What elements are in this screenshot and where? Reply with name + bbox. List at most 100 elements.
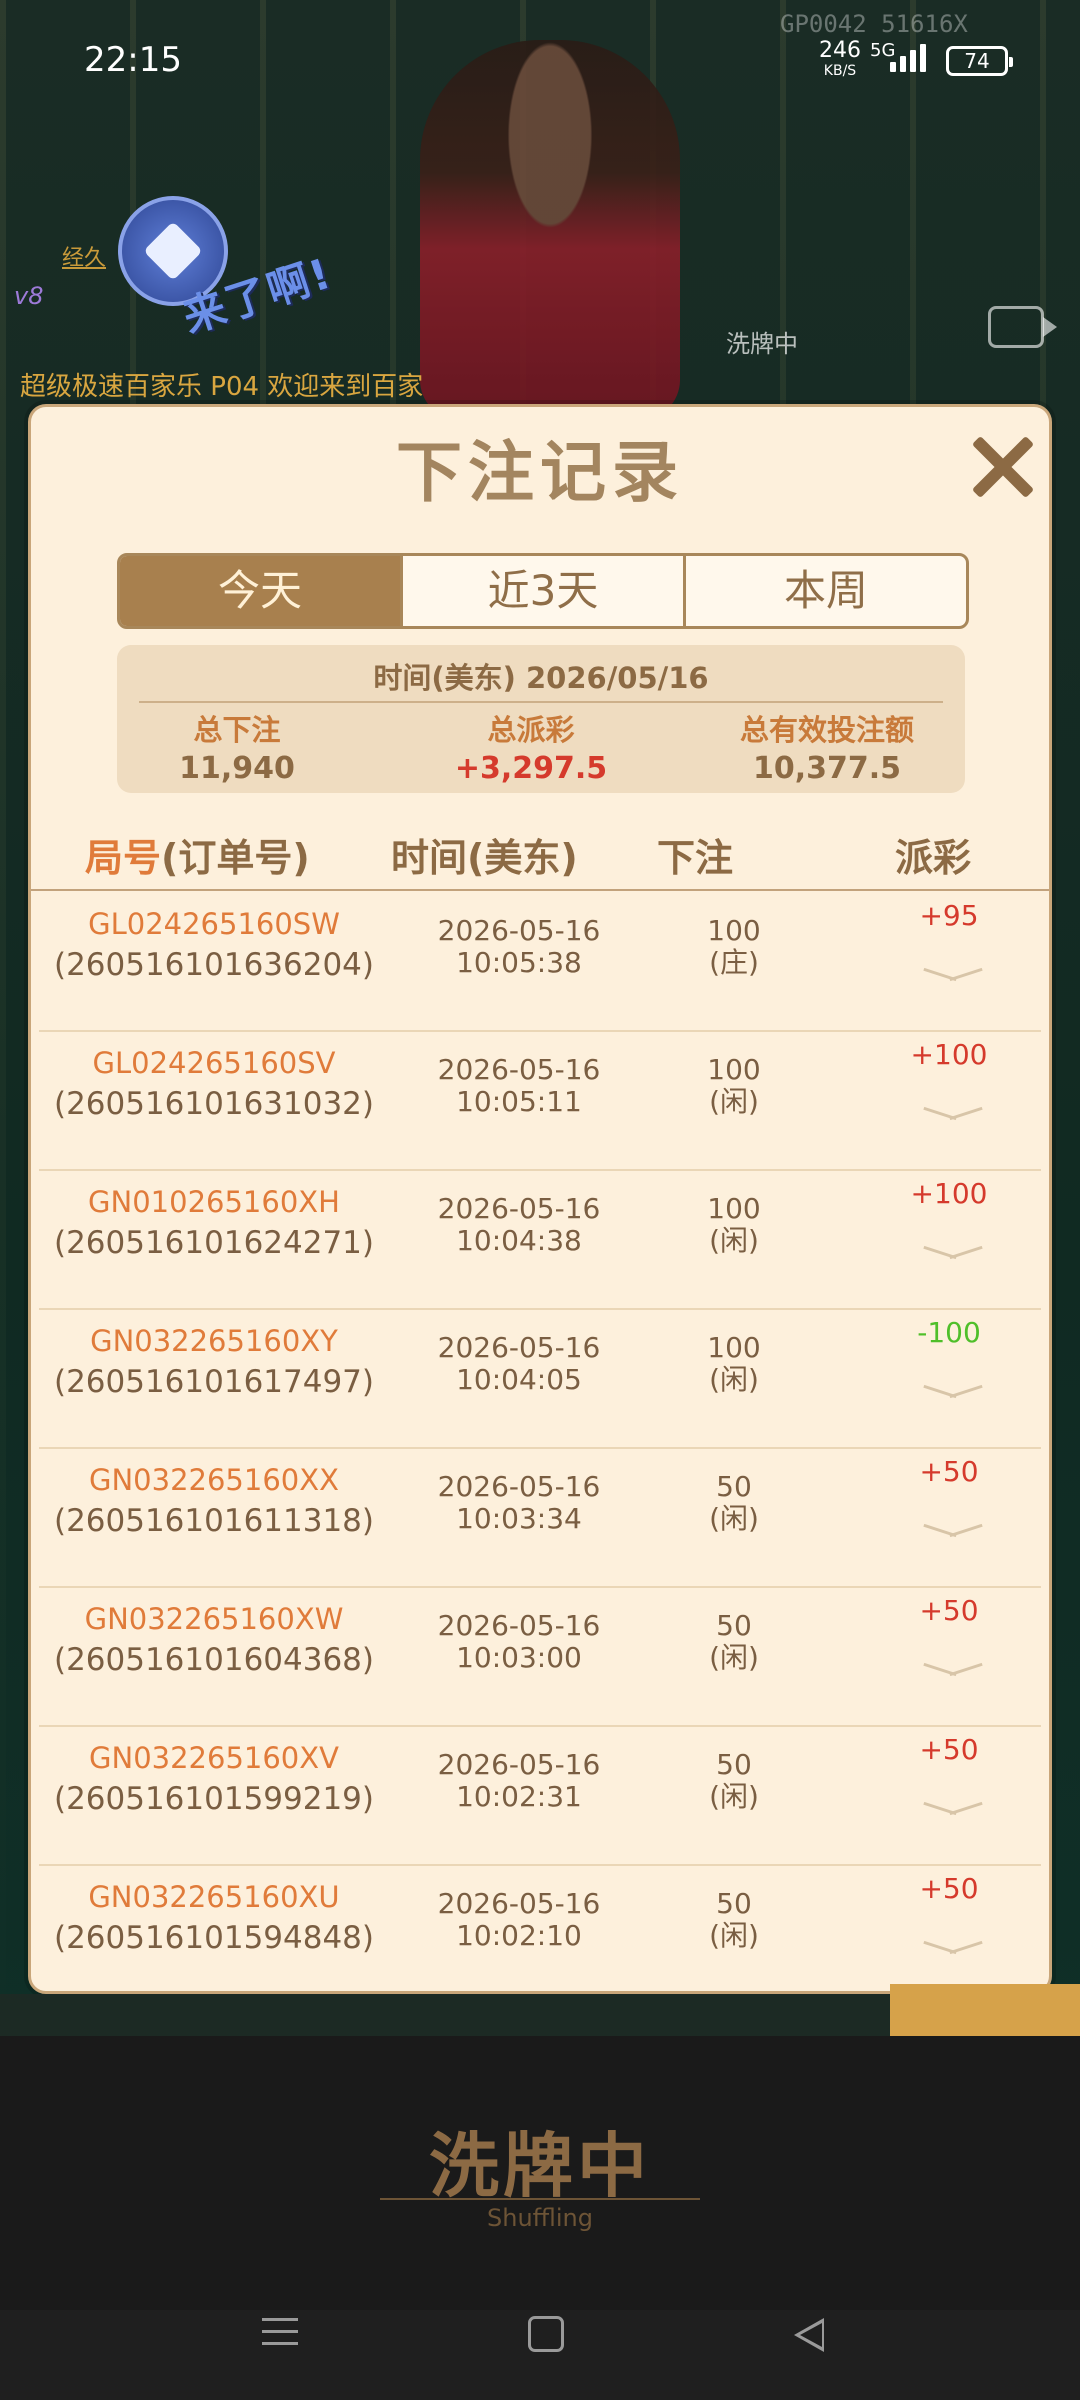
record-id-cell: GN032265160XY (260516101617497) bbox=[39, 1324, 389, 1400]
shuffle-title: 洗牌中 bbox=[429, 2125, 651, 2207]
record-date: 2026-05-16 bbox=[437, 914, 601, 947]
order-id: (260516101611318) bbox=[53, 1503, 375, 1539]
tab-last-3-days[interactable]: 近3天 bbox=[403, 556, 686, 626]
chevron-down-icon[interactable] bbox=[923, 1243, 983, 1267]
video-camera-icon[interactable] bbox=[988, 306, 1057, 348]
order-id: (260516101604368) bbox=[53, 1642, 375, 1678]
total-bet-label: 总下注 bbox=[193, 713, 281, 747]
record-id-cell: GN032265160XV (260516101599219) bbox=[39, 1741, 389, 1817]
tab-today[interactable]: 今天 bbox=[120, 556, 403, 626]
chevron-down-icon[interactable] bbox=[923, 1799, 983, 1823]
record-time: 10:03:00 bbox=[456, 1641, 582, 1674]
total-valid-value: 10,377.5 bbox=[752, 751, 902, 786]
shuffling-status-label: 洗牌中 bbox=[726, 330, 798, 358]
network-speed-unit: KB/S bbox=[823, 63, 857, 79]
bet-record-row[interactable]: GN032265160XW (260516101604368) 2026-05-16… bbox=[39, 1588, 1041, 1727]
date-range-tabs: 今天 近3天 本周 bbox=[117, 553, 969, 629]
record-bet-amount: 50 bbox=[716, 1609, 752, 1642]
close-icon[interactable] bbox=[963, 427, 1043, 507]
record-bet-cell: 100 (闲) bbox=[649, 1054, 819, 1118]
order-id: (260516101636204) bbox=[53, 947, 375, 983]
chevron-down-icon[interactable] bbox=[923, 1104, 983, 1128]
shuffle-subtitle: Shuffling bbox=[487, 2204, 593, 2232]
record-bet-side: (闲) bbox=[709, 1224, 759, 1257]
order-id: (260516101624271) bbox=[53, 1225, 375, 1261]
record-time: 10:05:11 bbox=[456, 1085, 582, 1118]
record-time: 10:03:34 bbox=[456, 1502, 582, 1535]
record-time-cell: 2026-05-16 10:05:11 bbox=[389, 1054, 649, 1118]
bet-record-list: GL024265160SW (260516101636204) 2026-05-16… bbox=[39, 893, 1041, 1991]
table-header: 局号(订单号) 时间(美东) 下注 派彩 bbox=[31, 827, 1049, 891]
bottom-action-button[interactable] bbox=[890, 1984, 1080, 2044]
marquee-text: 超级极速百家乐 P04 欢迎来到百家 bbox=[20, 372, 424, 402]
record-time: 10:04:38 bbox=[456, 1224, 582, 1257]
bet-record-row[interactable]: GN032265160XU (260516101594848) 2026-05-16… bbox=[39, 1866, 1041, 1991]
game-id: GN032265160XW bbox=[84, 1602, 344, 1636]
column-header-time: 时间(美东) bbox=[391, 836, 578, 880]
total-payout-label: 总派彩 bbox=[487, 713, 575, 747]
home-icon[interactable] bbox=[528, 2316, 564, 2352]
record-time-cell: 2026-05-16 10:04:38 bbox=[389, 1193, 649, 1257]
record-date: 2026-05-16 bbox=[437, 1331, 601, 1364]
record-bet-amount: 100 bbox=[707, 1053, 761, 1086]
record-payout: +50 bbox=[919, 1733, 979, 1766]
record-bet-side: (闲) bbox=[709, 1641, 759, 1674]
network-speed: 246 KB/S bbox=[818, 40, 862, 79]
menu-icon[interactable] bbox=[262, 2314, 298, 2350]
record-bet-cell: 100 (闲) bbox=[649, 1193, 819, 1257]
record-time: 10:02:31 bbox=[456, 1780, 582, 1813]
status-time: 22:15 bbox=[84, 40, 182, 80]
column-header-id: 局号(订单号) bbox=[85, 827, 310, 882]
record-id-cell: GL024265160SV (260516101631032) bbox=[39, 1046, 389, 1122]
bet-record-row[interactable]: GN032265160XX (260516101611318) 2026-05-16… bbox=[39, 1449, 1041, 1588]
promo-link[interactable]: 经久 bbox=[62, 240, 106, 272]
chevron-down-icon[interactable] bbox=[923, 965, 983, 989]
column-header-payout: 派彩 bbox=[895, 836, 972, 880]
record-time-cell: 2026-05-16 10:04:05 bbox=[389, 1332, 649, 1396]
record-bet-cell: 50 (闲) bbox=[649, 1749, 819, 1813]
tab-this-week[interactable]: 本周 bbox=[686, 556, 966, 626]
game-id: GN032265160XU bbox=[88, 1880, 340, 1914]
record-bet-amount: 50 bbox=[716, 1470, 752, 1503]
bet-record-row[interactable]: GL024265160SW (260516101636204) 2026-05-16… bbox=[39, 893, 1041, 1032]
game-id: GN032265160XY bbox=[90, 1324, 338, 1358]
record-bet-cell: 100 (闲) bbox=[649, 1332, 819, 1396]
chevron-down-icon[interactable] bbox=[923, 1660, 983, 1684]
bet-record-row[interactable]: GN010265160XH (260516101624271) 2026-05-16… bbox=[39, 1171, 1041, 1310]
bet-history-modal: 下注记录 今天 近3天 本周 时间(美东) 2026/05/16 总下注 11,… bbox=[28, 404, 1052, 1994]
order-id: (260516101594848) bbox=[53, 1920, 375, 1956]
record-payout: -100 bbox=[917, 1316, 981, 1349]
record-bet-side: (闲) bbox=[709, 1919, 759, 1952]
game-id: GN032265160XX bbox=[89, 1463, 339, 1497]
game-id: GN010265160XH bbox=[88, 1185, 340, 1219]
record-bet-amount: 50 bbox=[716, 1887, 752, 1920]
chevron-down-icon[interactable] bbox=[923, 1521, 983, 1545]
summary-divider bbox=[139, 701, 943, 703]
record-date: 2026-05-16 bbox=[437, 1470, 601, 1503]
bet-record-row[interactable]: GN032265160XV (260516101599219) 2026-05-16… bbox=[39, 1727, 1041, 1866]
record-bet-amount: 100 bbox=[707, 1331, 761, 1364]
back-icon[interactable] bbox=[794, 2318, 824, 2352]
order-id: (260516101617497) bbox=[53, 1364, 375, 1400]
record-id-cell: GN010265160XH (260516101624271) bbox=[39, 1185, 389, 1261]
bet-record-row[interactable]: GN032265160XY (260516101617497) 2026-05-16… bbox=[39, 1310, 1041, 1449]
record-date: 2026-05-16 bbox=[437, 1609, 601, 1642]
record-time-cell: 2026-05-16 10:02:31 bbox=[389, 1749, 649, 1813]
record-id-cell: GN032265160XW (260516101604368) bbox=[39, 1602, 389, 1678]
column-header-id-highlight: 局号 bbox=[85, 836, 162, 880]
bet-record-row[interactable]: GL024265160SV (260516101631032) 2026-05-16… bbox=[39, 1032, 1041, 1171]
record-time: 10:02:10 bbox=[456, 1919, 582, 1952]
shuffle-divider bbox=[380, 2198, 700, 2200]
record-time: 10:05:38 bbox=[456, 946, 582, 979]
dealer-figure bbox=[420, 40, 680, 420]
record-bet-side: (闲) bbox=[709, 1085, 759, 1118]
record-bet-amount: 100 bbox=[707, 914, 761, 947]
chevron-down-icon[interactable] bbox=[923, 1382, 983, 1406]
chevron-down-icon[interactable] bbox=[923, 1938, 983, 1962]
total-payout-value: +3,297.5 bbox=[454, 751, 608, 786]
total-bet-value: 11,940 bbox=[179, 751, 295, 786]
record-id-cell: GN032265160XX (260516101611318) bbox=[39, 1463, 389, 1539]
table-code: GP0042 51616X bbox=[780, 10, 968, 38]
record-bet-side: (闲) bbox=[709, 1363, 759, 1396]
modal-title: 下注记录 bbox=[396, 434, 684, 511]
